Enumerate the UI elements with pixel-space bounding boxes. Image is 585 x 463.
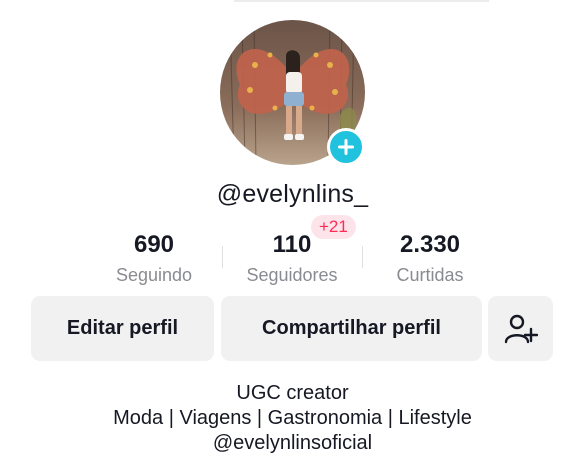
bio-link-handle[interactable]: @evelynlinsoficial — [0, 432, 585, 455]
bio-line-1: UGC creator — [236, 382, 349, 404]
likes-count: 2.330 — [399, 231, 461, 258]
following-label: Seguindo — [115, 265, 193, 285]
likes-label: Curtidas — [396, 265, 464, 285]
plus-icon — [338, 139, 354, 155]
top-divider — [234, 0, 489, 2]
add-story-button[interactable] — [327, 128, 365, 166]
followers-label: Seguidores — [246, 265, 338, 285]
following-count: 690 — [133, 231, 175, 258]
profile-avatar-container[interactable] — [220, 20, 365, 166]
stat-likes[interactable]: 2.330 Curtidas — [360, 230, 500, 288]
followers-increment-badge: +21 — [311, 215, 356, 239]
edit-profile-button[interactable]: Editar perfil — [31, 296, 214, 361]
username: @evelynlins_ — [216, 180, 369, 208]
bio-line-2: Moda | Viagens | Gastronomia | Lifestyle — [113, 407, 472, 429]
add-friend-button[interactable] — [488, 296, 553, 361]
stat-following[interactable]: 690 Seguindo — [84, 230, 224, 288]
share-profile-button[interactable]: Compartilhar perfil — [221, 296, 482, 361]
add-user-icon — [504, 314, 538, 343]
